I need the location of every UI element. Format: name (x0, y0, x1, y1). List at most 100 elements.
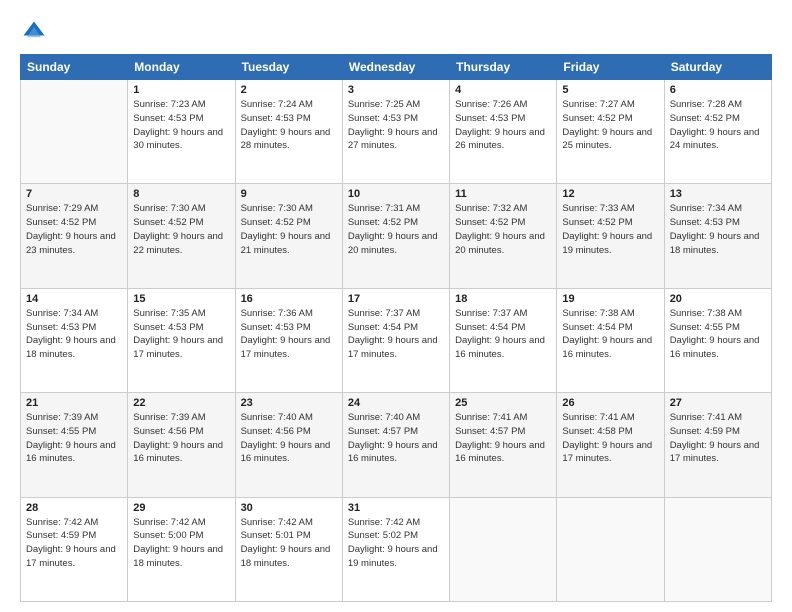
day-number: 11 (455, 188, 551, 200)
weekday-header: Wednesday (342, 55, 449, 80)
day-info: Sunrise: 7:41 AMSunset: 4:57 PMDaylight:… (455, 411, 551, 466)
day-info: Sunrise: 7:35 AMSunset: 4:53 PMDaylight:… (133, 307, 229, 362)
calendar-day-cell: 10Sunrise: 7:31 AMSunset: 4:52 PMDayligh… (342, 184, 449, 288)
weekday-header-row: SundayMondayTuesdayWednesdayThursdayFrid… (21, 55, 772, 80)
day-info: Sunrise: 7:36 AMSunset: 4:53 PMDaylight:… (241, 307, 337, 362)
calendar-week-row: 28 Sunrise: 7:42 AMSunset: 4:59 PMDayligh… (21, 497, 772, 601)
day-info: Sunrise: 7:34 AMSunset: 4:53 PMDaylight:… (26, 307, 122, 362)
day-number: 9 (241, 188, 337, 200)
day-number: 21 (26, 397, 122, 409)
calendar-day-cell: 31 Sunrise: 7:42 AMSunset: 5:02 PMDayligh… (342, 497, 449, 601)
calendar-day-cell: 15 Sunrise: 7:35 AMSunset: 4:53 PMDayligh… (128, 288, 235, 392)
day-number: 1 (133, 84, 229, 96)
day-info: Sunrise: 7:38 AMSunset: 4:55 PMDaylight:… (670, 307, 766, 362)
calendar-day-cell: 8 Sunrise: 7:30 AMSunset: 4:52 PMDaylight… (128, 184, 235, 288)
calendar-day-cell: 16Sunrise: 7:36 AMSunset: 4:53 PMDayligh… (235, 288, 342, 392)
day-number: 23 (241, 397, 337, 409)
day-number: 2 (241, 84, 337, 96)
day-info: Sunrise: 7:41 AMSunset: 4:58 PMDaylight:… (562, 411, 658, 466)
calendar-day-cell: 27 Sunrise: 7:41 AMSunset: 4:59 PMDayligh… (664, 393, 771, 497)
day-info: Sunrise: 7:24 AMSunset: 4:53 PMDaylight:… (241, 98, 337, 153)
calendar-day-cell: 3 Sunrise: 7:25 AMSunset: 4:53 PMDaylight… (342, 80, 449, 184)
calendar-day-cell: 7Sunrise: 7:29 AMSunset: 4:52 PMDaylight… (21, 184, 128, 288)
day-info: Sunrise: 7:42 AMSunset: 5:01 PMDaylight:… (241, 516, 337, 571)
day-number: 6 (670, 84, 766, 96)
day-info: Sunrise: 7:30 AMSunset: 4:52 PMDaylight:… (241, 202, 337, 257)
calendar-day-cell: 22Sunrise: 7:39 AMSunset: 4:56 PMDayligh… (128, 393, 235, 497)
day-number: 17 (348, 293, 444, 305)
day-number: 30 (241, 502, 337, 514)
calendar-day-cell: 26 Sunrise: 7:41 AMSunset: 4:58 PMDayligh… (557, 393, 664, 497)
calendar-day-cell: 21Sunrise: 7:39 AMSunset: 4:55 PMDayligh… (21, 393, 128, 497)
day-number: 24 (348, 397, 444, 409)
calendar-day-cell: 25 Sunrise: 7:41 AMSunset: 4:57 PMDayligh… (450, 393, 557, 497)
weekday-header: Thursday (450, 55, 557, 80)
calendar-day-cell (21, 80, 128, 184)
calendar-day-cell (450, 497, 557, 601)
calendar-day-cell: 11 Sunrise: 7:32 AMSunset: 4:52 PMDayligh… (450, 184, 557, 288)
day-number: 20 (670, 293, 766, 305)
day-number: 22 (133, 397, 229, 409)
day-number: 14 (26, 293, 122, 305)
calendar-day-cell: 28 Sunrise: 7:42 AMSunset: 4:59 PMDayligh… (21, 497, 128, 601)
day-info: Sunrise: 7:41 AMSunset: 4:59 PMDaylight:… (670, 411, 766, 466)
calendar-day-cell (557, 497, 664, 601)
calendar-week-row: 1 Sunrise: 7:23 AMSunset: 4:53 PMDaylight… (21, 80, 772, 184)
day-number: 5 (562, 84, 658, 96)
calendar-day-cell: 12 Sunrise: 7:33 AMSunset: 4:52 PMDayligh… (557, 184, 664, 288)
calendar-day-cell: 17 Sunrise: 7:37 AMSunset: 4:54 PMDayligh… (342, 288, 449, 392)
weekday-header: Sunday (21, 55, 128, 80)
calendar-day-cell: 6 Sunrise: 7:28 AMSunset: 4:52 PMDaylight… (664, 80, 771, 184)
weekday-header: Monday (128, 55, 235, 80)
calendar-day-cell: 13Sunrise: 7:34 AMSunset: 4:53 PMDayligh… (664, 184, 771, 288)
day-number: 4 (455, 84, 551, 96)
calendar-day-cell: 9 Sunrise: 7:30 AMSunset: 4:52 PMDaylight… (235, 184, 342, 288)
day-info: Sunrise: 7:42 AMSunset: 4:59 PMDaylight:… (26, 516, 122, 571)
calendar-day-cell (664, 497, 771, 601)
calendar-day-cell: 23 Sunrise: 7:40 AMSunset: 4:56 PMDayligh… (235, 393, 342, 497)
calendar-week-row: 14 Sunrise: 7:34 AMSunset: 4:53 PMDayligh… (21, 288, 772, 392)
day-info: Sunrise: 7:25 AMSunset: 4:53 PMDaylight:… (348, 98, 444, 153)
day-number: 27 (670, 397, 766, 409)
day-info: Sunrise: 7:23 AMSunset: 4:53 PMDaylight:… (133, 98, 229, 153)
day-info: Sunrise: 7:40 AMSunset: 4:56 PMDaylight:… (241, 411, 337, 466)
calendar-day-cell: 2 Sunrise: 7:24 AMSunset: 4:53 PMDaylight… (235, 80, 342, 184)
day-info: Sunrise: 7:27 AMSunset: 4:52 PMDaylight:… (562, 98, 658, 153)
header (20, 18, 772, 46)
calendar-day-cell: 5 Sunrise: 7:27 AMSunset: 4:52 PMDaylight… (557, 80, 664, 184)
calendar-week-row: 7Sunrise: 7:29 AMSunset: 4:52 PMDaylight… (21, 184, 772, 288)
day-info: Sunrise: 7:33 AMSunset: 4:52 PMDaylight:… (562, 202, 658, 257)
day-info: Sunrise: 7:38 AMSunset: 4:54 PMDaylight:… (562, 307, 658, 362)
day-number: 25 (455, 397, 551, 409)
calendar-day-cell: 19 Sunrise: 7:38 AMSunset: 4:54 PMDayligh… (557, 288, 664, 392)
day-number: 15 (133, 293, 229, 305)
calendar-day-cell: 30 Sunrise: 7:42 AMSunset: 5:01 PMDayligh… (235, 497, 342, 601)
day-number: 26 (562, 397, 658, 409)
calendar-day-cell: 4 Sunrise: 7:26 AMSunset: 4:53 PMDaylight… (450, 80, 557, 184)
day-number: 12 (562, 188, 658, 200)
day-info: Sunrise: 7:29 AMSunset: 4:52 PMDaylight:… (26, 202, 122, 257)
day-number: 19 (562, 293, 658, 305)
calendar-day-cell: 18 Sunrise: 7:37 AMSunset: 4:54 PMDayligh… (450, 288, 557, 392)
day-info: Sunrise: 7:30 AMSunset: 4:52 PMDaylight:… (133, 202, 229, 257)
day-info: Sunrise: 7:42 AMSunset: 5:00 PMDaylight:… (133, 516, 229, 571)
day-info: Sunrise: 7:42 AMSunset: 5:02 PMDaylight:… (348, 516, 444, 571)
calendar: SundayMondayTuesdayWednesdayThursdayFrid… (20, 54, 772, 602)
day-number: 18 (455, 293, 551, 305)
day-info: Sunrise: 7:28 AMSunset: 4:52 PMDaylight:… (670, 98, 766, 153)
calendar-day-cell: 20 Sunrise: 7:38 AMSunset: 4:55 PMDayligh… (664, 288, 771, 392)
day-number: 31 (348, 502, 444, 514)
calendar-day-cell: 29Sunrise: 7:42 AMSunset: 5:00 PMDayligh… (128, 497, 235, 601)
page: SundayMondayTuesdayWednesdayThursdayFrid… (0, 0, 792, 612)
day-info: Sunrise: 7:37 AMSunset: 4:54 PMDaylight:… (455, 307, 551, 362)
day-info: Sunrise: 7:40 AMSunset: 4:57 PMDaylight:… (348, 411, 444, 466)
calendar-day-cell: 1 Sunrise: 7:23 AMSunset: 4:53 PMDaylight… (128, 80, 235, 184)
day-info: Sunrise: 7:31 AMSunset: 4:52 PMDaylight:… (348, 202, 444, 257)
day-info: Sunrise: 7:37 AMSunset: 4:54 PMDaylight:… (348, 307, 444, 362)
day-number: 8 (133, 188, 229, 200)
day-number: 28 (26, 502, 122, 514)
calendar-day-cell: 24 Sunrise: 7:40 AMSunset: 4:57 PMDayligh… (342, 393, 449, 497)
day-number: 3 (348, 84, 444, 96)
day-info: Sunrise: 7:26 AMSunset: 4:53 PMDaylight:… (455, 98, 551, 153)
day-info: Sunrise: 7:32 AMSunset: 4:52 PMDaylight:… (455, 202, 551, 257)
